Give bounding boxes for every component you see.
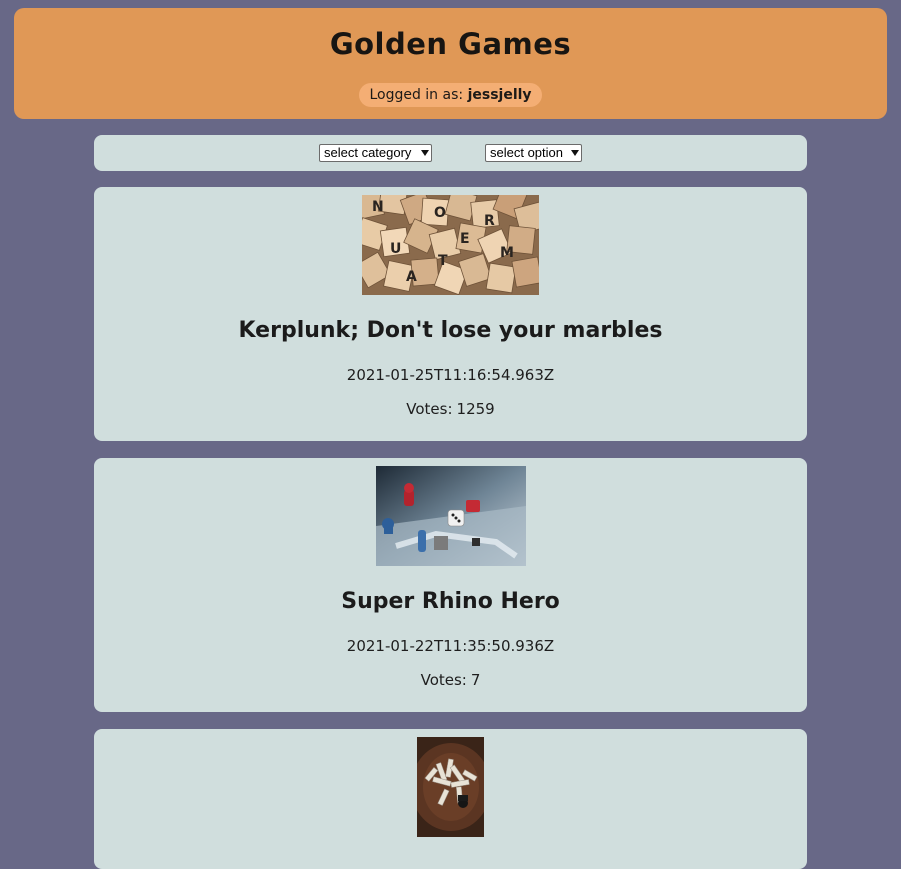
- votes-count: 1259: [456, 400, 495, 418]
- chevron-down-icon: [571, 150, 579, 156]
- svg-text:E: E: [460, 231, 470, 247]
- site-title: Golden Games: [329, 27, 572, 61]
- site-header: Golden Games Logged in as: jessjelly: [14, 8, 887, 119]
- login-status-badge: Logged in as: jessjelly: [359, 83, 542, 107]
- votes-label: Votes:: [420, 671, 467, 689]
- jenga-blocks-image: [417, 737, 484, 837]
- review-created-at: 2021-01-25T11:16:54.963Z: [346, 366, 555, 384]
- svg-text:U: U: [390, 241, 401, 257]
- review-title[interactable]: Super Rhino Hero: [94, 589, 807, 615]
- votes-label: Votes:: [406, 400, 453, 418]
- logged-in-username: jessjelly: [467, 87, 532, 103]
- svg-text:N: N: [372, 199, 384, 215]
- category-select-value: select category: [324, 145, 412, 160]
- review-votes: Votes: 1259: [94, 400, 807, 418]
- filter-bar: select category select option: [94, 135, 807, 171]
- board-game-pieces-image: [376, 466, 526, 566]
- category-select[interactable]: select category: [319, 144, 432, 162]
- svg-text:A: A: [406, 269, 417, 285]
- sort-option-select-value: select option: [490, 145, 563, 160]
- review-votes: Votes: 7: [94, 671, 807, 689]
- svg-text:R: R: [484, 213, 495, 229]
- chevron-down-icon: [421, 150, 429, 156]
- review-title[interactable]: Kerplunk; Don't lose your marbles: [94, 318, 807, 344]
- review-image[interactable]: [417, 737, 484, 837]
- review-card[interactable]: Super Rhino Hero 2021-01-22T11:35:50.936…: [94, 458, 807, 712]
- review-image[interactable]: [376, 466, 526, 566]
- review-card[interactable]: O R U M T A E N Kerplunk; Don't lose you…: [94, 187, 807, 441]
- svg-text:T: T: [438, 253, 448, 269]
- svg-text:M: M: [500, 245, 514, 261]
- svg-text:O: O: [434, 205, 446, 221]
- sort-option-select[interactable]: select option: [485, 144, 582, 162]
- review-card[interactable]: [94, 729, 807, 869]
- review-image[interactable]: O R U M T A E N: [362, 195, 539, 295]
- login-label: Logged in as:: [369, 87, 464, 103]
- scrabble-tiles-image: O R U M T A E N: [362, 195, 539, 295]
- review-created-at: 2021-01-22T11:35:50.936Z: [346, 637, 555, 655]
- votes-count: 7: [470, 671, 481, 689]
